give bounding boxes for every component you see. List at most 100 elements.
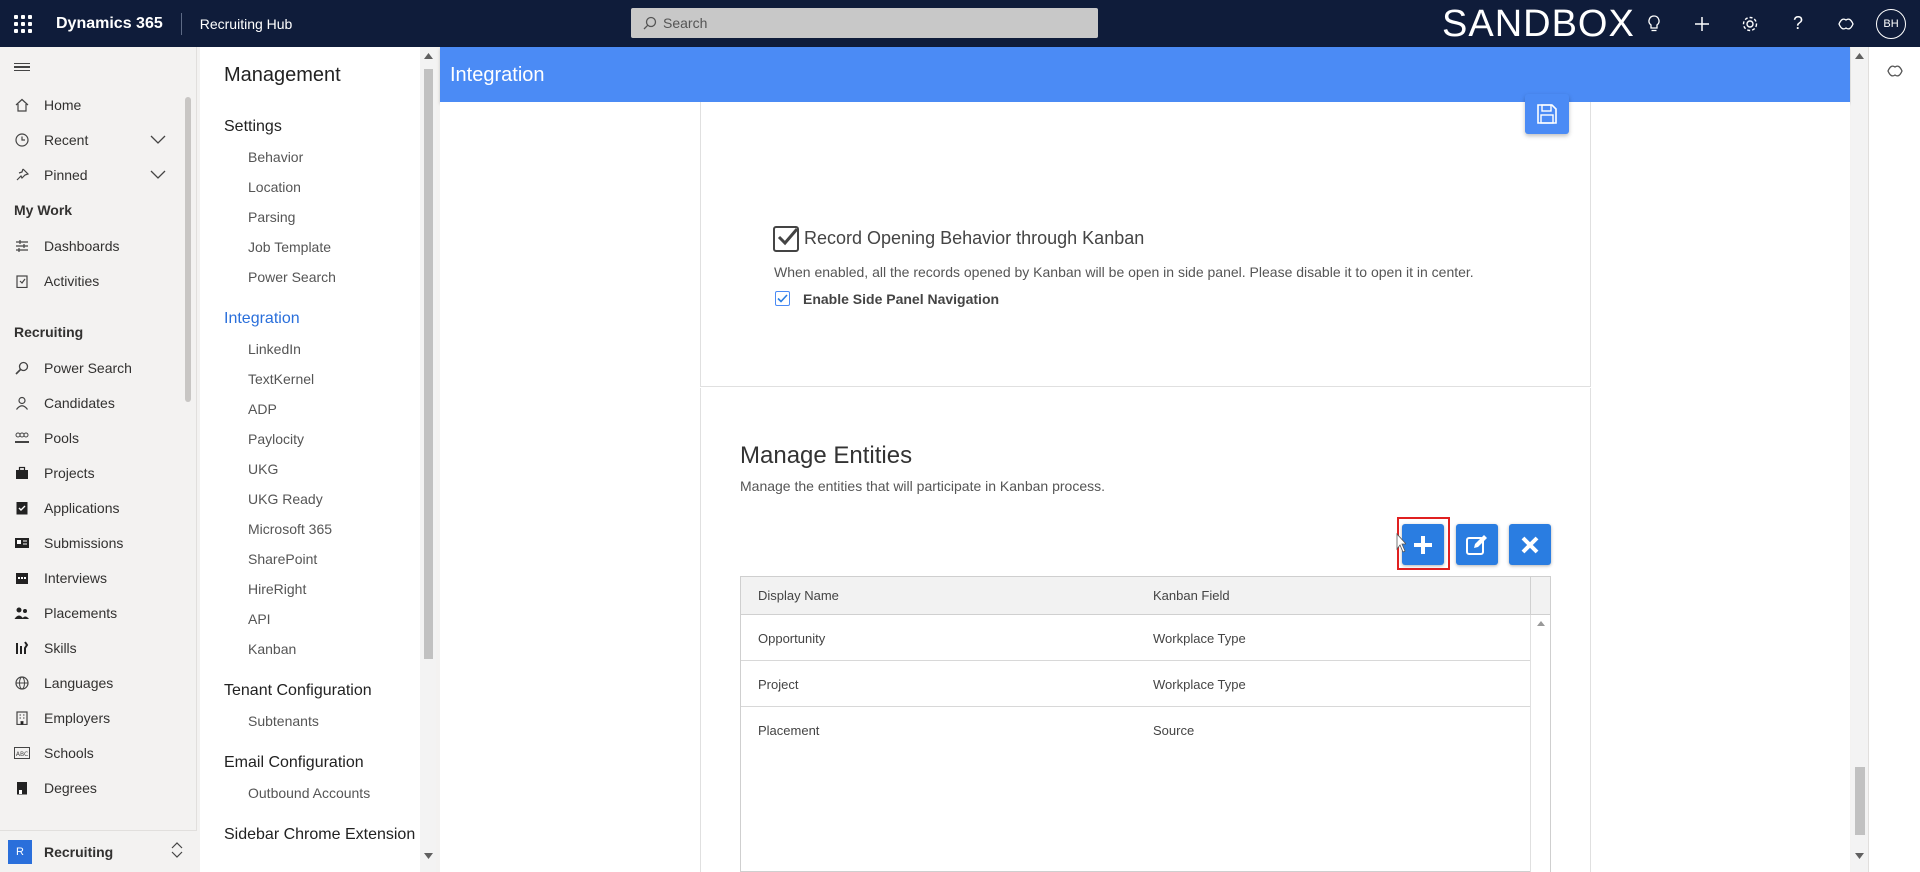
nav-label: Placements <box>44 604 118 621</box>
cell-kanban-field: Source <box>1153 723 1195 738</box>
nav-home[interactable]: Home <box>0 87 196 122</box>
cell-display-name: Placement <box>758 723 820 738</box>
gear-icon <box>1742 16 1758 31</box>
chevron-down-icon[interactable] <box>150 132 166 148</box>
tenant-section[interactable]: Tenant Configuration <box>200 682 420 706</box>
table-row[interactable]: Opportunity Workplace Type <box>741 615 1530 661</box>
settings-link[interactable]: Behavior <box>200 142 420 172</box>
table-row[interactable]: Project Workplace Type <box>741 661 1530 707</box>
edit-entity-button[interactable] <box>1456 524 1498 565</box>
nav-pools[interactable]: Pools <box>0 420 196 455</box>
checkmark-icon <box>777 294 788 303</box>
scroll-down-arrow-icon[interactable] <box>424 853 433 859</box>
nav-label: Pinned <box>44 166 88 183</box>
column-header-display-name[interactable]: Display Name <box>758 588 839 603</box>
side-pane-rail <box>1868 47 1920 872</box>
integration-link[interactable]: Microsoft 365 <box>200 514 420 544</box>
nav-skills[interactable]: Skills <box>0 630 196 665</box>
record-opening-checkbox[interactable] <box>773 226 799 252</box>
nav-applications[interactable]: Applications <box>0 490 196 525</box>
nav-languages[interactable]: Languages <box>0 665 196 700</box>
nav-label: Schools <box>44 744 94 761</box>
area-label: Recruiting <box>44 843 114 860</box>
integration-link[interactable]: UKG <box>200 454 420 484</box>
settings-link[interactable]: Power Search <box>200 262 420 292</box>
lightbulb-button[interactable] <box>1630 0 1678 47</box>
table-scrollbar[interactable] <box>1530 615 1550 872</box>
sidebar-ext-section[interactable]: Sidebar Chrome Extension <box>200 826 420 840</box>
integration-link[interactable]: HireRight <box>200 574 420 604</box>
nav-candidates[interactable]: Candidates <box>0 385 196 420</box>
table-row[interactable]: Placement Source <box>741 707 1530 753</box>
brand-label[interactable]: Dynamics 365 <box>46 12 182 35</box>
table-header: Display Name Kanban Field <box>741 577 1550 615</box>
chevron-down-icon[interactable] <box>150 167 166 183</box>
page-title: Integration <box>450 64 545 86</box>
abc-icon: ABC <box>14 745 30 761</box>
top-bar: Dynamics 365 Recruiting Hub Search SANDB… <box>0 0 1920 47</box>
column-header-kanban-field[interactable]: Kanban Field <box>1153 588 1230 603</box>
nav-degrees[interactable]: Degrees <box>0 770 196 805</box>
settings-section[interactable]: Settings <box>200 118 420 142</box>
nav-power-search[interactable]: Power Search <box>0 350 196 385</box>
nav-placements[interactable]: Placements <box>0 595 196 630</box>
nav-dashboards[interactable]: Dashboards <box>0 228 196 263</box>
page-scrollbar[interactable] <box>1851 47 1868 872</box>
nav-schools[interactable]: ABC Schools <box>0 735 196 770</box>
app-launcher-button[interactable] <box>0 0 46 47</box>
integration-link-kanban[interactable]: Kanban <box>200 634 420 664</box>
settings-link[interactable]: Location <box>200 172 420 202</box>
waffle-icon <box>14 14 32 33</box>
nav-interviews[interactable]: Interviews <box>0 560 196 595</box>
side-panel-checkbox[interactable] <box>775 291 790 306</box>
site-map-nav: Home Recent Pinned My Work Dashboards Ac… <box>0 47 197 872</box>
page-scroll-thumb[interactable] <box>1855 767 1865 835</box>
nav-recent[interactable]: Recent <box>0 122 196 157</box>
settings-button[interactable] <box>1726 0 1774 47</box>
area-badge: R <box>8 839 32 864</box>
cell-display-name: Opportunity <box>758 631 826 646</box>
scroll-up-arrow-icon[interactable] <box>1537 621 1545 626</box>
help-button[interactable]: ? <box>1774 0 1822 47</box>
email-section[interactable]: Email Configuration <box>200 754 420 778</box>
integration-link[interactable]: API <box>200 604 420 634</box>
nav-pinned[interactable]: Pinned <box>0 157 196 192</box>
tenant-link[interactable]: Subtenants <box>200 706 420 736</box>
scroll-down-arrow-icon[interactable] <box>1855 853 1864 859</box>
user-avatar[interactable]: BH <box>1876 8 1906 39</box>
nav-submissions[interactable]: Submissions <box>0 525 196 560</box>
integration-link[interactable]: LinkedIn <box>200 334 420 364</box>
nav-group-recruiting: Recruiting <box>14 324 84 340</box>
save-button[interactable] <box>1525 94 1569 134</box>
clock-icon <box>14 132 30 148</box>
mouse-cursor-icon <box>1396 533 1406 553</box>
integration-link[interactable]: ADP <box>200 394 420 424</box>
app-title[interactable]: Recruiting Hub <box>182 16 293 32</box>
new-button[interactable] <box>1678 0 1726 47</box>
management-scroll-thumb[interactable] <box>424 69 433 659</box>
search-icon <box>643 16 657 30</box>
integration-link[interactable]: UKG Ready <box>200 484 420 514</box>
integration-link[interactable]: Paylocity <box>200 424 420 454</box>
nav-scrollbar[interactable] <box>185 97 191 402</box>
edit-icon <box>1466 534 1487 555</box>
nav-activities[interactable]: Activities <box>0 263 196 298</box>
integration-link[interactable]: TextKernel <box>200 364 420 394</box>
scroll-up-arrow-icon[interactable] <box>424 53 433 59</box>
collapse-nav-button[interactable] <box>0 47 196 87</box>
nav-employers[interactable]: Employers <box>0 700 196 735</box>
scroll-up-arrow-icon[interactable] <box>1855 53 1864 59</box>
nav-label: Activities <box>44 272 100 289</box>
management-scrollbar[interactable] <box>420 47 436 872</box>
integration-section[interactable]: Integration <box>200 310 420 334</box>
search-box[interactable]: Search <box>631 8 1098 38</box>
settings-link[interactable]: Job Template <box>200 232 420 262</box>
integration-link[interactable]: SharePoint <box>200 544 420 574</box>
settings-link[interactable]: Parsing <box>200 202 420 232</box>
copilot-icon[interactable] <box>1886 63 1904 79</box>
email-link[interactable]: Outbound Accounts <box>200 778 420 808</box>
copilot-button[interactable] <box>1822 0 1870 47</box>
nav-projects[interactable]: Projects <box>0 455 196 490</box>
area-switcher[interactable]: R Recruiting <box>0 830 197 872</box>
delete-entity-button[interactable] <box>1509 524 1551 565</box>
